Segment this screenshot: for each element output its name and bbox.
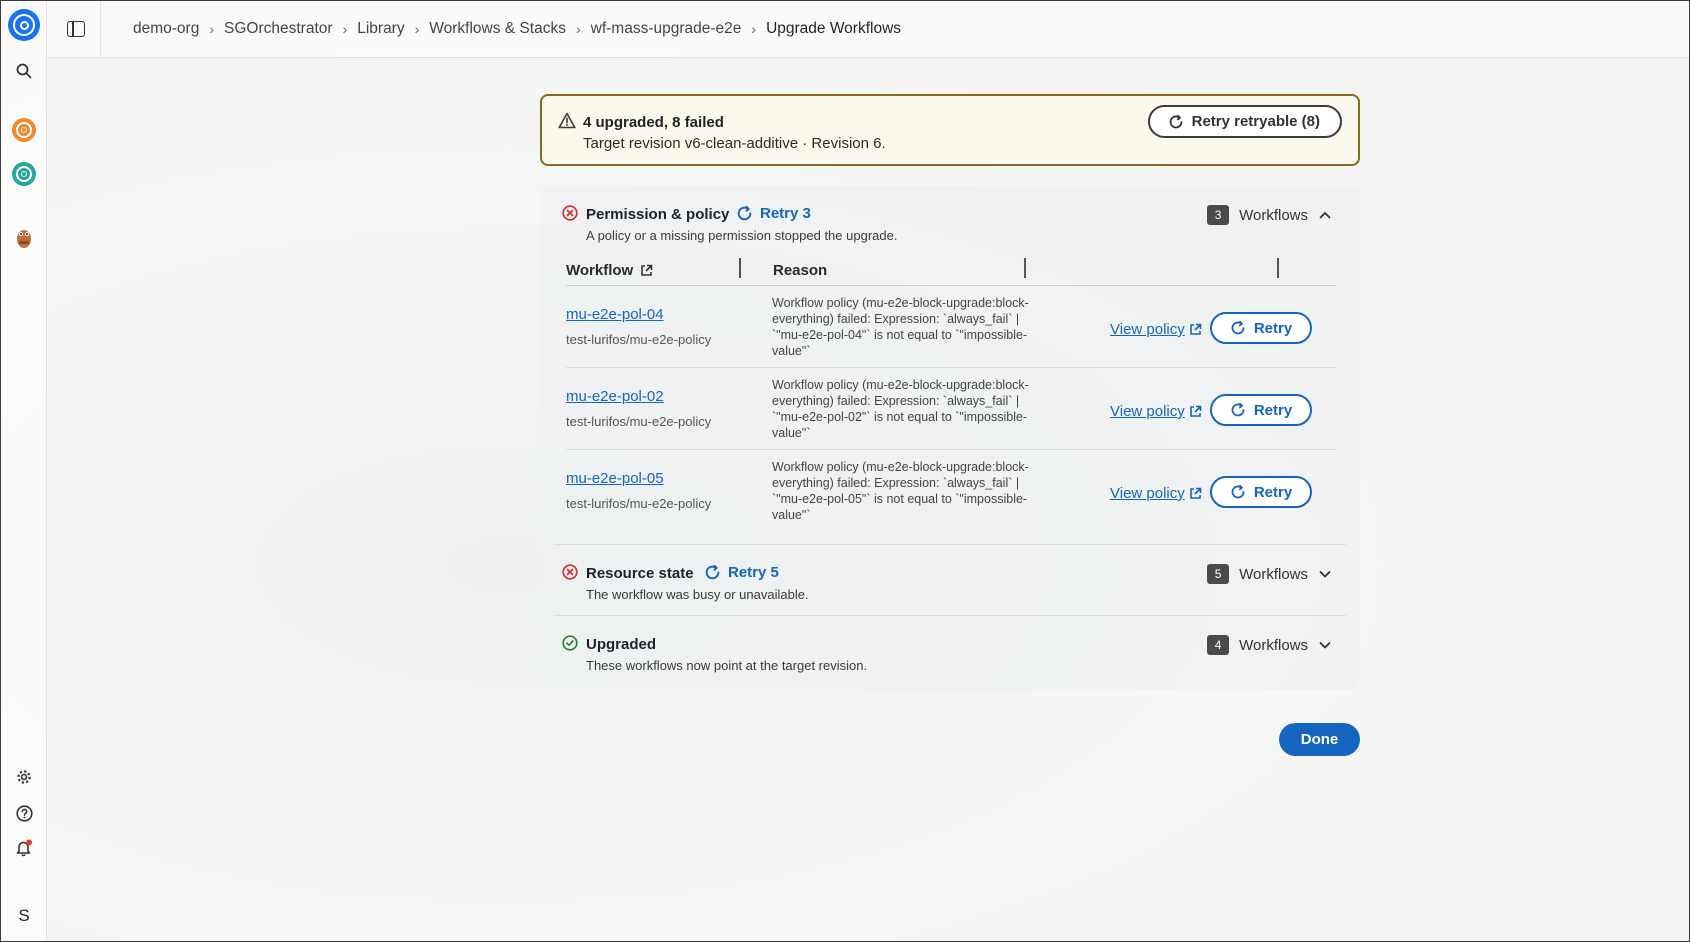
- refresh-icon: [1231, 484, 1245, 499]
- chevron-right-icon: ›: [209, 21, 215, 37]
- section-count: 3 Workflows: [1207, 205, 1332, 225]
- table-row: mu-e2e-pol-04 test-lurifos/mu-e2e-policy…: [566, 286, 1336, 368]
- breadcrumb-product[interactable]: SGOrchestrator: [224, 20, 333, 38]
- failure-reason: Workflow policy (mu-e2e-block-upgrade:bl…: [772, 296, 1029, 358]
- user-avatar[interactable]: S: [1, 901, 47, 931]
- chevron-down-icon[interactable]: [1318, 567, 1332, 581]
- breadcrumb-workflows-stacks[interactable]: Workflows & Stacks: [429, 20, 566, 38]
- section-permission-policy: Permission & policy Retry 3 A policy or …: [554, 186, 1346, 545]
- view-policy-link[interactable]: View policy: [1110, 403, 1202, 420]
- table-row: mu-e2e-pol-05 test-lurifos/mu-e2e-policy…: [566, 450, 1336, 532]
- orange-org-icon[interactable]: [1, 118, 47, 142]
- upgrade-results: 4 upgraded, 8 failed Target revision v6-…: [540, 94, 1360, 756]
- help-icon[interactable]: [1, 805, 47, 822]
- breadcrumb-org[interactable]: demo-org: [133, 20, 199, 38]
- chevron-right-icon: ›: [751, 21, 757, 37]
- chevron-up-icon[interactable]: [1318, 208, 1332, 222]
- retry-button[interactable]: Retry: [1210, 476, 1312, 508]
- breadcrumb-library[interactable]: Library: [357, 20, 404, 38]
- top-header: demo-org › SGOrchestrator › Library › Wo…: [47, 1, 1689, 58]
- column-reason[interactable]: Reason: [773, 262, 827, 279]
- view-policy-link[interactable]: View policy: [1110, 485, 1202, 502]
- refresh-icon: [737, 205, 752, 221]
- app-logo-icon[interactable]: [1, 9, 47, 41]
- search-icon[interactable]: [1, 63, 47, 79]
- header-divider: [100, 1, 101, 58]
- workflow-link[interactable]: mu-e2e-pol-04: [566, 306, 664, 323]
- upgrade-summary-banner: 4 upgraded, 8 failed Target revision v6-…: [540, 94, 1360, 166]
- column-workflow[interactable]: Workflow: [566, 262, 653, 279]
- chevron-right-icon: ›: [414, 21, 420, 37]
- external-link-icon: [1189, 323, 1202, 335]
- workflow-path: test-lurifos/mu-e2e-policy: [566, 496, 712, 511]
- section-description: The workflow was busy or unavailable.: [586, 587, 809, 602]
- section-description: A policy or a missing permission stopped…: [586, 228, 898, 243]
- table-row: mu-e2e-pol-02 test-lurifos/mu-e2e-policy…: [566, 368, 1336, 450]
- refresh-icon: [1231, 320, 1245, 335]
- retry-group-button[interactable]: Retry 5: [704, 564, 779, 581]
- workflow-path: test-lurifos/mu-e2e-policy: [566, 414, 712, 429]
- section-header[interactable]: Upgraded These workflows now point at th…: [554, 616, 1346, 686]
- sidebar-toggle-icon[interactable]: [67, 21, 85, 37]
- section-title: Resource state: [586, 565, 694, 582]
- external-link-icon: [1189, 487, 1202, 499]
- error-circle-icon: [562, 564, 578, 580]
- failure-groups-panel: Permission & policy Retry 3 A policy or …: [540, 186, 1360, 690]
- section-description: These workflows now point at the target …: [586, 658, 868, 673]
- check-circle-icon: [562, 635, 578, 651]
- table-header: Workflow Reason: [566, 256, 1336, 286]
- retry-retryable-button[interactable]: Retry retryable (8): [1147, 105, 1342, 138]
- breadcrumb-workflow[interactable]: wf-mass-upgrade-e2e: [591, 20, 742, 38]
- section-title: Upgraded: [586, 636, 657, 653]
- section-title: Permission & policy: [586, 206, 730, 223]
- section-count: 4 Workflows: [1207, 635, 1332, 655]
- refresh-icon: [1169, 114, 1183, 128]
- mascot-icon[interactable]: [1, 224, 47, 250]
- refresh-icon: [1231, 402, 1245, 417]
- summary-subtitle: Target revision v6-clean-additive · Revi…: [583, 135, 886, 152]
- error-circle-icon: [562, 205, 578, 221]
- failure-reason: Workflow policy (mu-e2e-block-upgrade:bl…: [772, 460, 1029, 522]
- retry-button[interactable]: Retry: [1210, 394, 1312, 426]
- section-header[interactable]: Resource state Retry 5 The workflow was …: [554, 545, 1346, 615]
- retry-button[interactable]: Retry: [1210, 312, 1312, 344]
- section-header[interactable]: Permission & policy Retry 3 A policy or …: [554, 186, 1346, 256]
- workflow-link[interactable]: mu-e2e-pol-02: [566, 388, 664, 405]
- workflow-link[interactable]: mu-e2e-pol-05: [566, 470, 664, 487]
- chevron-right-icon: ›: [575, 21, 581, 37]
- count-badge: 5: [1207, 564, 1230, 584]
- breadcrumb-current-page: Upgrade Workflows: [766, 20, 902, 37]
- warning-icon: [558, 112, 576, 129]
- external-link-icon: [1189, 405, 1202, 417]
- view-policy-link[interactable]: View policy: [1110, 321, 1202, 338]
- breadcrumb: demo-org › SGOrchestrator › Library › Wo…: [133, 20, 901, 38]
- count-badge: 3: [1207, 205, 1230, 225]
- external-link-icon: [641, 264, 653, 276]
- done-button[interactable]: Done: [1279, 723, 1360, 756]
- chevron-down-icon[interactable]: [1318, 638, 1332, 652]
- column-resize-handle[interactable]: [1024, 258, 1026, 278]
- column-resize-handle[interactable]: [1277, 258, 1279, 278]
- failure-reason: Workflow policy (mu-e2e-block-upgrade:bl…: [772, 378, 1029, 440]
- policy-failures-table: Workflow Reason mu-e2e-pol-04 test-lurif…: [566, 256, 1336, 532]
- summary-title: 4 upgraded, 8 failed: [583, 114, 724, 131]
- notification-bell-icon[interactable]: [1, 839, 47, 857]
- column-resize-handle[interactable]: [739, 258, 741, 278]
- count-badge: 4: [1207, 635, 1230, 655]
- section-count: 5 Workflows: [1207, 564, 1332, 584]
- left-rail: S: [1, 1, 47, 941]
- gear-icon[interactable]: [1, 769, 47, 785]
- retry-group-button[interactable]: Retry 3: [736, 205, 811, 222]
- workflow-path: test-lurifos/mu-e2e-policy: [566, 332, 712, 347]
- teal-org-icon[interactable]: [1, 162, 47, 186]
- chevron-right-icon: ›: [342, 21, 348, 37]
- section-upgraded: Upgraded These workflows now point at th…: [554, 616, 1346, 686]
- section-resource-state: Resource state Retry 5 The workflow was …: [554, 545, 1346, 616]
- refresh-icon: [705, 564, 720, 580]
